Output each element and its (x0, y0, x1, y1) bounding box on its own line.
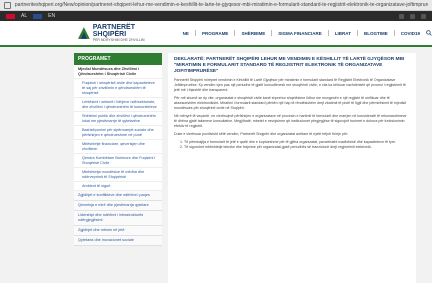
url-text[interactable]: partneriteshqiperi.org/New/opinion/partn… (15, 2, 428, 8)
article-paragraph: Për më shumë se dy vite, organizatat e s… (174, 96, 407, 110)
lock-icon (4, 1, 11, 9)
nav-sherbime[interactable]: SHËRBIME (241, 31, 265, 36)
sidebar-item[interactable]: Lidershipi dhe ndërtimi i infrastrukturë… (74, 211, 162, 226)
sidebar-subitem[interactable]: Ambient të sigurt (74, 182, 162, 191)
lang-al[interactable]: AL (21, 13, 27, 19)
search-icon[interactable] (426, 30, 432, 36)
sidebar-subitem[interactable]: Bashkëpunimi për sipërmarrjet sociale dh… (74, 126, 162, 140)
nav-separator (393, 30, 395, 36)
nav-separator (234, 30, 236, 36)
article-title: DEKLARATË: PARTNERËT SHQIPËRI LEHUR ME V… (174, 57, 405, 74)
article-paragraph: Partnerët Shqipëri mirëpret vendimin e K… (174, 78, 406, 92)
article-paragraph: Në mënyrë të veçantë, ne vlerësojmë përf… (174, 114, 407, 128)
sidebar-item[interactable]: Qytetaria dhe inovacionet sociale (74, 236, 162, 246)
sidebar-header[interactable]: PROGRAMET (74, 53, 162, 65)
page-content: PROGRAMET Mjedisi Mundësues dhe Zhvillim… (0, 47, 432, 283)
sidebar-subitem[interactable]: Shërbimi publik dhe zhvillimi i qëndrues… (74, 112, 162, 126)
logo-subtitle: PËR NDRYSHIM DHE ZHVILLIM (92, 37, 145, 42)
article-paragraph: Duke e vlerësuar pozitivisht këtë vendim… (174, 132, 349, 136)
sidebar: PROGRAMET Mjedisi Mundësues dhe Zhvillim… (74, 53, 162, 283)
facebook-icon[interactable] (399, 13, 404, 19)
nav-covid19[interactable]: COVID19 (401, 31, 420, 36)
sidebar-subitem[interactable]: Qendra Kombëtare Burimore dhe Fuqizimi i… (74, 154, 162, 168)
sidebar-item[interactable]: Zgjidhjet dhe mësim në jetë (74, 226, 162, 236)
nav-separator (194, 30, 196, 36)
sidebar-subitem[interactable]: Fuqizimi i shoqërisë civile dhe kapacite… (74, 79, 162, 98)
english-flag-icon[interactable] (33, 13, 43, 19)
lang-en[interactable]: EN (48, 13, 55, 19)
browser-address-bar[interactable]: partneriteshqiperi.org/New/opinion/partn… (0, 0, 432, 11)
sidebar-subitem[interactable]: Lehtësimi i sektorit i lidhjeve ndërsekt… (74, 98, 162, 112)
sidebar-subitem[interactable]: Mjedisi Mundësues dhe Zhvillimi i Qëndru… (74, 65, 162, 79)
nav-sigma-financiare[interactable]: SIGMA FINANCIARE (278, 31, 322, 36)
nav-separator (327, 30, 329, 36)
twitter-icon[interactable] (410, 13, 415, 19)
site-logo[interactable]: PARTNERËT SHQIPËRI PËR NDRYSHIM DHE ZHVI… (78, 24, 169, 43)
sidebar-subitem[interactable]: Mbështetja mundësive të mëdha dhe ndërve… (74, 168, 162, 182)
nav-separator (356, 30, 358, 36)
sidebar-subitem[interactable]: Mbështetje financiare, qeverisjen dhe zh… (74, 140, 162, 154)
site-header: PARTNERËT SHQIPËRI PËR NDRYSHIM DHE ZHVI… (0, 21, 432, 47)
youtube-icon[interactable] (421, 13, 426, 19)
nav-programe[interactable]: PROGRAME (202, 31, 229, 36)
albanian-flag-icon[interactable] (6, 13, 15, 19)
logo-mark-icon (78, 27, 90, 39)
nav-ne[interactable]: NE (183, 31, 189, 36)
top-bar: AL EN (0, 11, 432, 21)
list-item: Të sigurohet mbështetje teknike dhe traj… (184, 145, 410, 150)
article: DEKLARATË: PARTNERËT SHQIPËRI LEHUR ME V… (168, 53, 416, 283)
article-list: Të përmbajtja e formularit të jetë e qar… (174, 140, 410, 150)
sidebar-item[interactable]: Qeverisja e mirë dhe pjesëmarrja qytetar… (74, 201, 162, 211)
sidebar-item[interactable]: Zgjidhjet e konflikteve dhe ndërtimi i p… (74, 191, 162, 201)
nav-librat[interactable]: LIBRAT (335, 31, 351, 36)
nav-separator (271, 30, 273, 36)
logo-title: PARTNERËT SHQIPËRI (92, 23, 135, 38)
main-nav: NE PROGRAME SHËRBIME SIGMA FINANCIARE LI… (183, 30, 432, 36)
nav-blogtime[interactable]: BLOGTIME (364, 31, 388, 36)
